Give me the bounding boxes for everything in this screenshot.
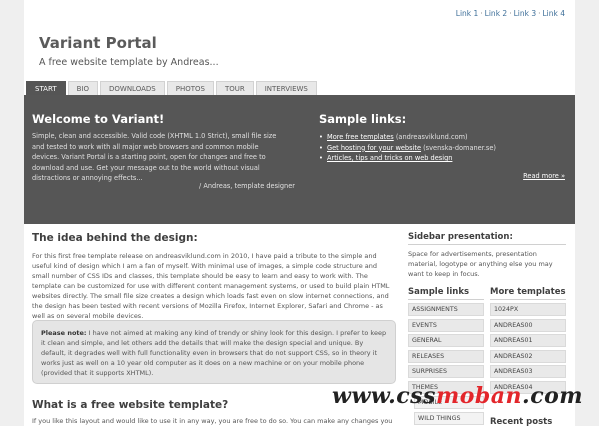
list-item: • Get hosting for your website (svenska-d… xyxy=(319,143,496,154)
bullet-icon: • xyxy=(319,143,323,152)
tab-tour[interactable]: TOUR xyxy=(215,81,254,95)
sample-link-articles[interactable]: Articles, tips and tricks on web design xyxy=(327,154,452,162)
free-template-heading: What is a free website template? xyxy=(32,399,229,411)
tab-interviews[interactable]: INTERVIEWS xyxy=(255,81,317,95)
bullet-icon: • xyxy=(319,154,323,162)
sample-link-templates[interactable]: More free templates xyxy=(327,133,394,141)
read-more-link[interactable]: Read more » xyxy=(523,172,565,180)
sample-links-heading: Sample links: xyxy=(319,112,407,126)
welcome-signature: / Andreas, template designer xyxy=(199,182,295,190)
menu-item-andreas00[interactable]: ANDREAS00 xyxy=(490,318,566,332)
menu-item-events[interactable]: EVENTS xyxy=(408,318,484,332)
idea-heading: The idea behind the design: xyxy=(32,232,198,244)
idea-text: For this first free template release on … xyxy=(32,252,390,320)
menu-item-general[interactable]: GENERAL xyxy=(408,334,484,347)
menu-item-andreas02[interactable]: ANDREAS02 xyxy=(490,349,566,363)
more-templates-heading: More templates xyxy=(490,287,566,300)
tab-start[interactable]: START xyxy=(26,81,66,95)
note-label: Please note: xyxy=(41,329,87,337)
sidebar-presentation-text: Space for advertisements, presentation m… xyxy=(408,250,553,278)
menu-item-1024px[interactable]: 1024PX xyxy=(490,303,566,316)
note-box: Please note: I have not aimed at making … xyxy=(32,320,396,384)
welcome-heading: Welcome to Variant! xyxy=(32,112,165,126)
welcome-text: Simple, clean and accessible. Valid code… xyxy=(32,132,277,182)
menu-item-surprises[interactable]: SURPRISES xyxy=(408,365,484,378)
free-template-text: If you like this layout and would like t… xyxy=(32,417,393,425)
nav-tabs: START BIO DOWNLOADS PHOTOS TOUR INTERVIE… xyxy=(26,81,317,95)
site-title[interactable]: Variant Portal xyxy=(39,34,157,52)
menu-item-wild-things[interactable]: WILD THINGS xyxy=(414,411,484,425)
link-description: (svenska-domaner.se) xyxy=(421,143,496,152)
recent-posts-heading: Recent posts xyxy=(490,417,553,426)
page: Link 1 · Link 2 · Link 3 · Link 4 Variant Port… xyxy=(24,0,575,426)
tab-bio[interactable]: BIO xyxy=(67,81,98,95)
note-text: I have not aimed at making any kind of t… xyxy=(41,329,387,377)
watermark-text: www.css xyxy=(332,383,436,409)
tab-downloads[interactable]: DOWNLOADS xyxy=(100,81,165,95)
menu-item-andreas03[interactable]: ANDREAS03 xyxy=(490,365,566,378)
intro-banner: Welcome to Variant! Simple, clean and ac… xyxy=(24,95,575,224)
site-tagline: A free website template by Andreas... xyxy=(39,57,219,68)
watermark-accent: moban xyxy=(435,383,523,409)
top-links: Link 1 · Link 2 · Link 3 · Link 4 xyxy=(456,9,565,18)
menu-item-releases[interactable]: RELEASES xyxy=(408,349,484,363)
top-link-2[interactable]: Link 2 xyxy=(485,9,508,18)
sample-links-list: • More free templates (andreasviklund.com… xyxy=(319,132,496,164)
list-item: • More free templates (andreasviklund.com… xyxy=(319,132,496,143)
top-link-3[interactable]: Link 3 xyxy=(514,9,537,18)
sample-link-hosting[interactable]: Get hosting for your website xyxy=(327,144,421,152)
menu-item-assignments[interactable]: ASSIGNMENTS xyxy=(408,303,484,316)
watermark-logo: www.cssmoban.com xyxy=(332,383,583,409)
tab-photos[interactable]: PHOTOS xyxy=(166,81,214,95)
top-link-4[interactable]: Link 4 xyxy=(542,9,565,18)
link-description: (andreasviklund.com) xyxy=(393,133,468,141)
list-item: • Articles, tips and tricks on web design xyxy=(319,153,496,164)
bullet-icon: • xyxy=(319,133,323,141)
watermark-suffix: .com xyxy=(522,383,584,409)
sidebar-presentation-heading: Sidebar presentation: xyxy=(408,232,566,245)
menu-item-andreas01[interactable]: ANDREAS01 xyxy=(490,334,566,347)
top-link-1[interactable]: Link 1 xyxy=(456,9,479,18)
sample-links-col-heading: Sample links xyxy=(408,287,484,300)
